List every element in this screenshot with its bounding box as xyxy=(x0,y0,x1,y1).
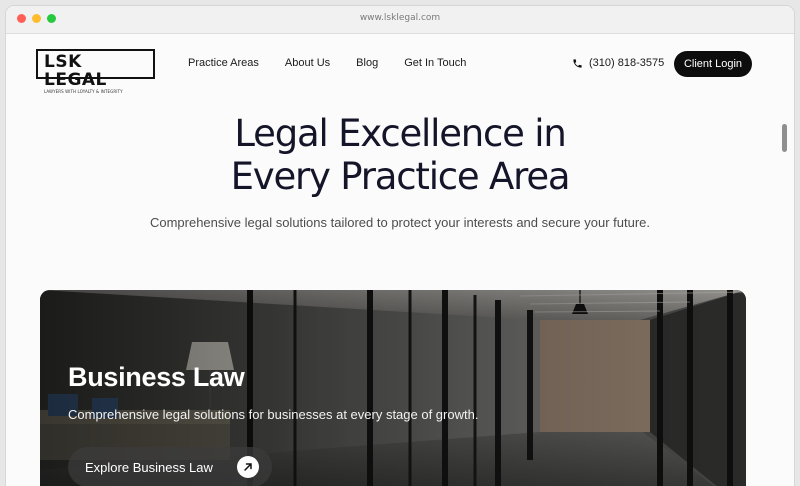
nav-get-in-touch[interactable]: Get In Touch xyxy=(404,57,466,69)
scrollbar-thumb[interactable] xyxy=(782,124,787,152)
nav-blog[interactable]: Blog xyxy=(356,57,378,69)
nav-about-us[interactable]: About Us xyxy=(285,57,330,69)
practice-area-card[interactable]: Business Law Comprehensive legal solutio… xyxy=(40,290,746,486)
arrow-up-right-icon xyxy=(237,456,259,478)
logo-tagline: LAWYERS WITH LOYALTY & INTEGRITY xyxy=(44,89,123,94)
site-logo[interactable]: LSK LEGAL LAWYERS WITH LOYALTY & INTEGRI… xyxy=(36,49,155,94)
nav-practice-areas[interactable]: Practice Areas xyxy=(188,57,259,69)
browser-window: www.lsklegal.com LSK LEGAL LAWYERS WITH … xyxy=(6,6,794,486)
hero-title-line-1: Legal Excellence in xyxy=(234,112,566,155)
hero-subtitle: Comprehensive legal solutions tailored t… xyxy=(149,215,651,230)
page-content: LSK LEGAL LAWYERS WITH LOYALTY & INTEGRI… xyxy=(6,34,794,486)
explore-business-law-button[interactable]: Explore Business Law xyxy=(68,447,272,486)
main-nav: Practice Areas About Us Blog Get In Touc… xyxy=(188,57,492,69)
browser-chrome: www.lsklegal.com xyxy=(6,6,794,34)
logo-name: LSK LEGAL xyxy=(44,52,107,90)
explore-button-label: Explore Business Law xyxy=(85,459,213,475)
client-login-button[interactable]: Client Login xyxy=(674,51,752,77)
phone-number: (310) 818-3575 xyxy=(589,57,665,69)
card-description: Comprehensive legal solutions for busine… xyxy=(68,407,479,422)
phone-link[interactable]: (310) 818-3575 xyxy=(572,57,664,69)
hero-title: Legal Excellence in Every Practice Area xyxy=(6,112,794,198)
phone-icon xyxy=(573,58,582,68)
card-title: Business Law xyxy=(68,362,245,392)
hero-title-line-2: Every Practice Area xyxy=(230,155,571,198)
address-bar[interactable]: www.lsklegal.com xyxy=(6,13,794,23)
